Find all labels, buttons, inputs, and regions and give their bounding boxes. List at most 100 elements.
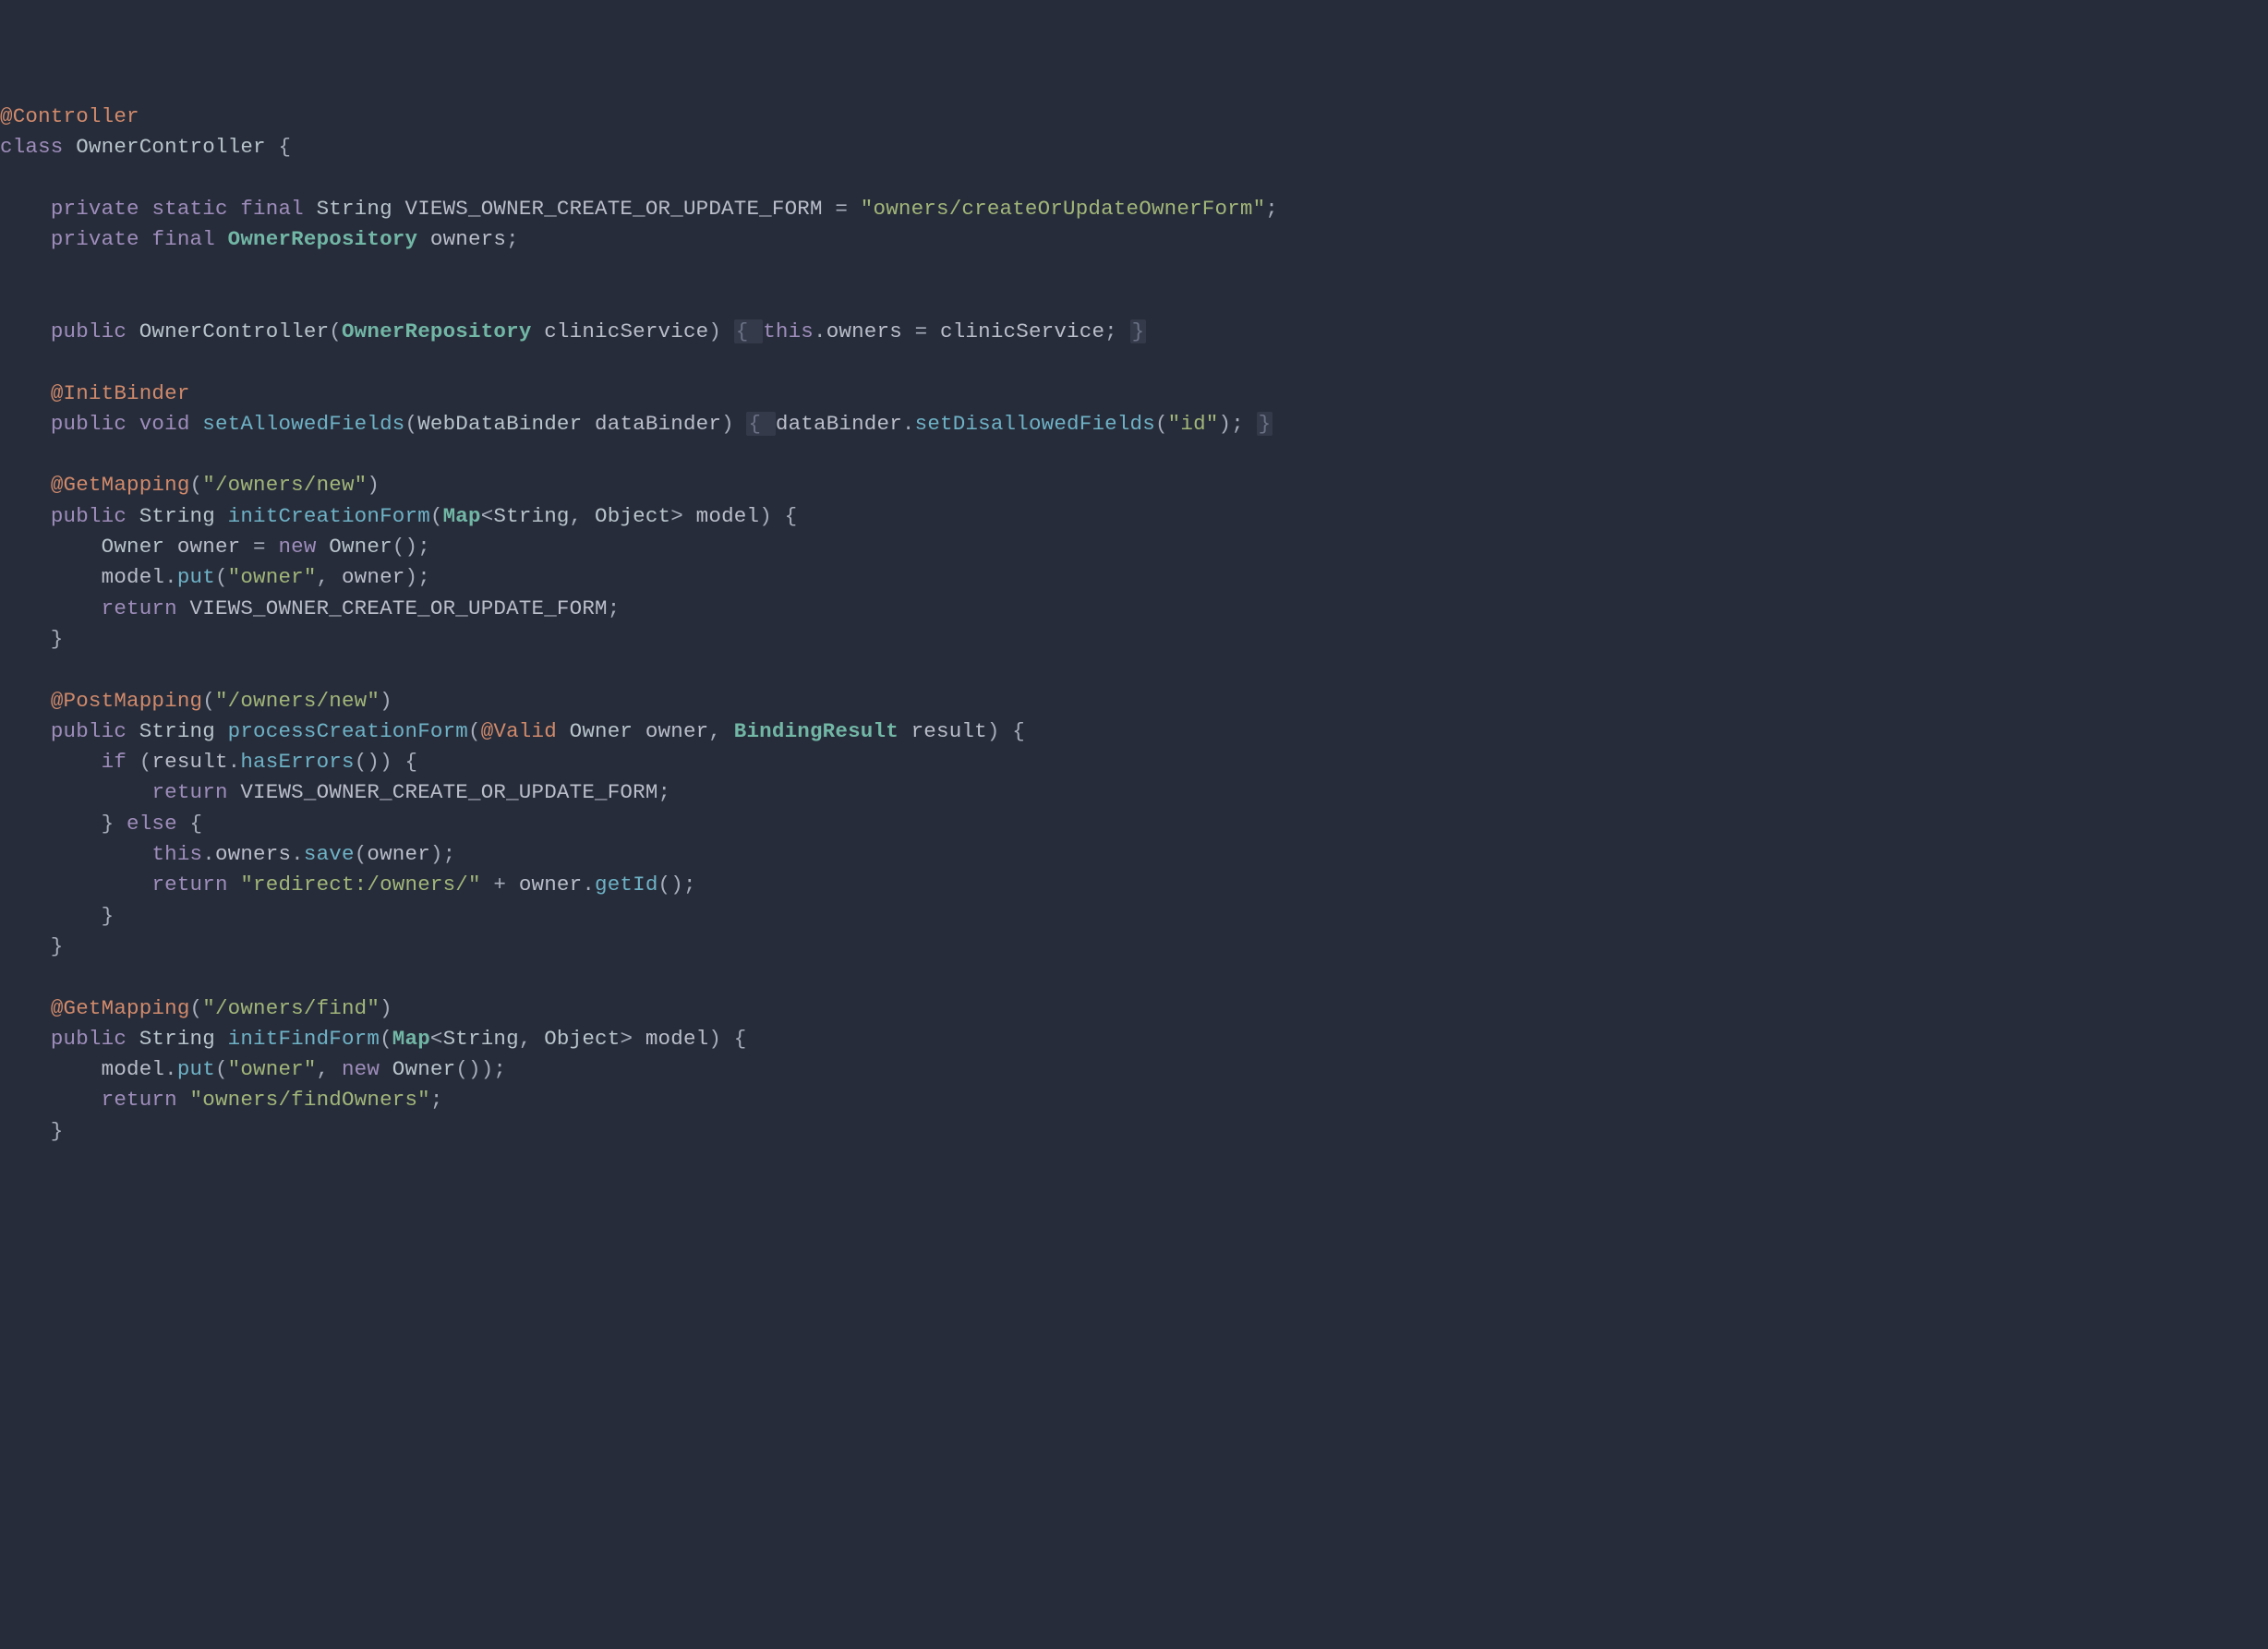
token-punct (304, 197, 317, 221)
token-keyword: return (151, 873, 227, 897)
code-editor[interactable]: @Controllerclass OwnerController { priva… (0, 102, 2268, 1147)
token-paren: ( (190, 473, 203, 497)
token-identifier: model (102, 1057, 165, 1081)
token-punct: ; (493, 1057, 506, 1081)
token-keyword: public (51, 412, 127, 436)
token-identifier: owner (367, 842, 430, 866)
token-punct (0, 996, 51, 1020)
token-punct: } (0, 934, 64, 958)
token-punct: { (721, 1027, 746, 1051)
token-paren: ( (329, 319, 342, 343)
token-keyword: static (151, 197, 227, 221)
token-punct: ; (683, 873, 696, 897)
token-string: "owner" (228, 1057, 317, 1081)
code-content: @Controllerclass OwnerController { priva… (0, 102, 2268, 1147)
token-punct: . (164, 565, 177, 589)
token-punct (380, 1057, 392, 1081)
token-punct (0, 873, 151, 897)
collapsed-block-end[interactable]: } (1130, 319, 1147, 343)
token-punct (0, 412, 51, 436)
token-punct: < (481, 504, 494, 528)
token-punct (899, 719, 911, 743)
token-identifier: model (102, 565, 165, 589)
token-punct (164, 535, 177, 559)
token-punct (0, 719, 51, 743)
token-type: Owner (329, 535, 392, 559)
token-keyword: public (51, 1027, 127, 1051)
token-punct (582, 412, 595, 436)
token-punct: . (202, 842, 215, 866)
token-method: put (177, 565, 215, 589)
token-type: String (493, 504, 569, 528)
token-punct (734, 412, 747, 436)
collapsed-block[interactable]: { (746, 412, 775, 436)
token-paren: ( (215, 1057, 228, 1081)
code-line: } (0, 932, 2268, 962)
code-line: this.owners.save(owner); (0, 839, 2268, 870)
collapsed-block-end[interactable]: } (1257, 412, 1273, 436)
token-keyword: new (342, 1057, 380, 1081)
token-punct: { (1000, 719, 1025, 743)
token-keyword: void (139, 412, 190, 436)
token-punct: . (291, 842, 304, 866)
code-line: } (0, 901, 2268, 932)
token-punct: . (582, 873, 595, 897)
token-punct (127, 319, 139, 343)
token-paren: ) (759, 504, 772, 528)
token-string: "owners/findOwners" (190, 1088, 430, 1112)
token-punct (177, 1088, 190, 1112)
token-paren: ( (215, 565, 228, 589)
token-identifier: owner (645, 719, 709, 743)
token-identifier: model (645, 1027, 709, 1051)
token-punct: ; (1231, 412, 1256, 436)
code-line: class OwnerController { (0, 132, 2268, 162)
token-annotation: @PostMapping (51, 689, 202, 713)
code-line: return "owners/findOwners"; (0, 1085, 2268, 1115)
token-paren: () (455, 1057, 480, 1081)
token-method: initCreationForm (228, 504, 430, 528)
token-punct: > (670, 504, 695, 528)
token-type: String (139, 719, 215, 743)
token-punct (228, 197, 241, 221)
token-type-emph: OwnerRepository (228, 227, 418, 251)
token-punct: , (708, 719, 733, 743)
token-punct (633, 719, 645, 743)
token-paren: ( (405, 412, 418, 436)
token-annotation: @GetMapping (51, 996, 190, 1020)
token-paren: ) (481, 1057, 494, 1081)
token-keyword: private (51, 197, 139, 221)
token-string: "owners/createOrUpdateOwnerForm" (861, 197, 1265, 221)
token-paren: ) (430, 842, 443, 866)
token-keyword: if (102, 750, 127, 774)
token-punct (190, 412, 203, 436)
token-punct (317, 535, 330, 559)
token-method: setAllowedFields (202, 412, 404, 436)
token-punct: } (0, 627, 64, 651)
token-punct (0, 227, 51, 251)
code-line: public void setAllowedFields(WebDataBind… (0, 409, 2268, 439)
token-method: getId (595, 873, 658, 897)
token-punct: ; (1265, 197, 1278, 221)
token-paren: ( (468, 719, 481, 743)
token-punct (0, 1027, 51, 1051)
token-identifier: owners (826, 319, 902, 343)
code-line (0, 162, 2268, 193)
token-identifier: dataBinder (595, 412, 721, 436)
code-line: public String initCreationForm(Map<Strin… (0, 501, 2268, 532)
token-type: String (139, 504, 215, 528)
collapsed-block[interactable]: { (734, 319, 763, 343)
token-punct: > (620, 1027, 645, 1051)
token-punct (0, 842, 151, 866)
token-identifier: clinicService (940, 319, 1104, 343)
code-line: public String processCreationForm(@Valid… (0, 716, 2268, 747)
code-line: private final OwnerRepository owners; (0, 224, 2268, 255)
token-punct: . (228, 750, 241, 774)
token-punct (127, 719, 139, 743)
code-line: private static final String VIEWS_OWNER_… (0, 194, 2268, 224)
token-paren: ) (1218, 412, 1231, 436)
token-punct: } (0, 812, 127, 836)
token-punct: ; (417, 535, 430, 559)
token-identifier: VIEWS_OWNER_CREATE_OR_UPDATE_FORM (190, 596, 608, 620)
token-type: String (443, 1027, 519, 1051)
token-punct (127, 412, 139, 436)
